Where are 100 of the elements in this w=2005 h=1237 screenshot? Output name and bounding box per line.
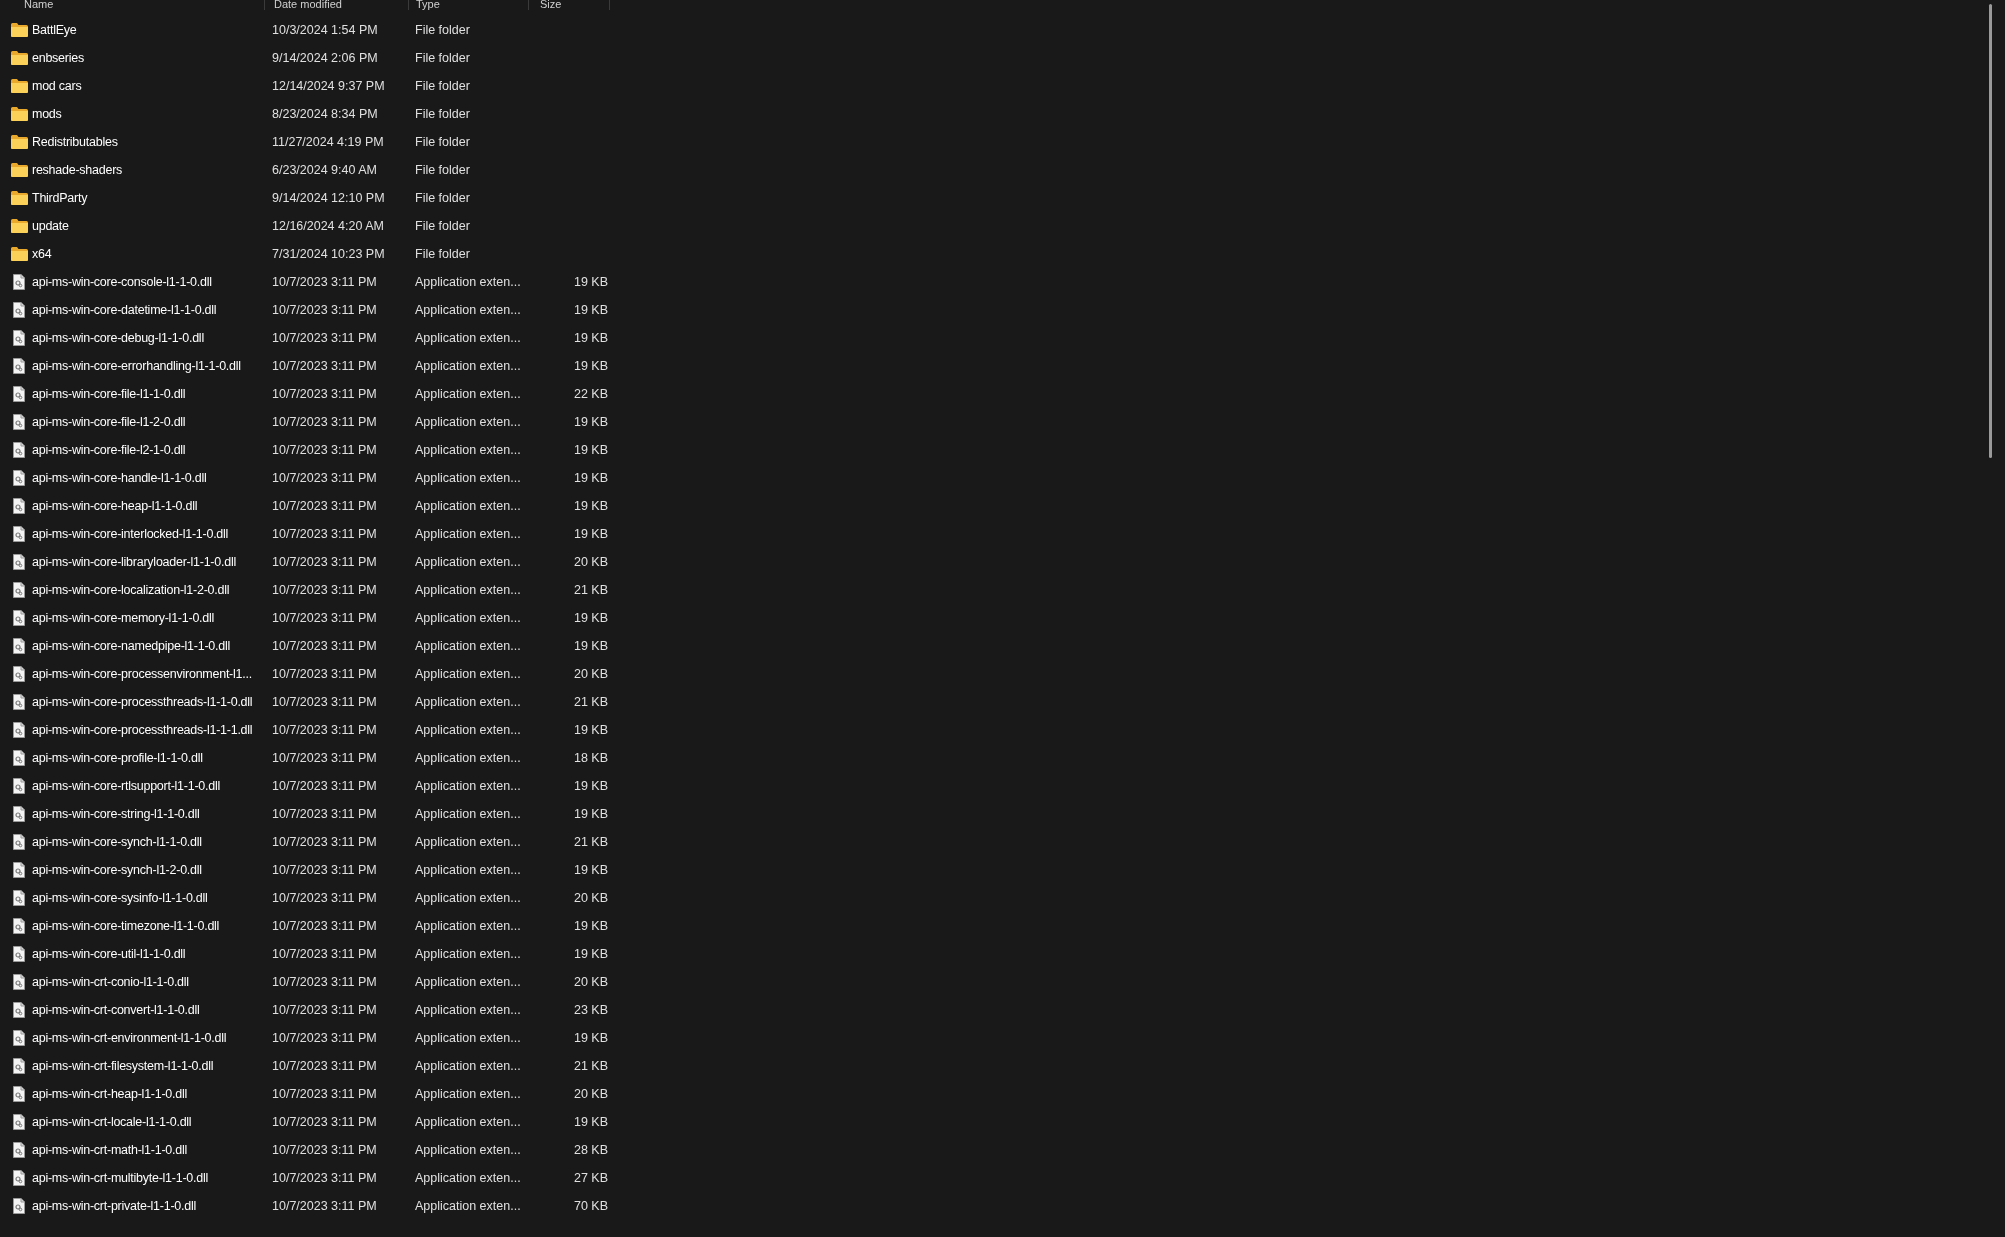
file-type: Application exten...	[415, 359, 521, 373]
document-icon	[13, 330, 25, 346]
file-name[interactable]: BattlEye	[32, 23, 77, 37]
file-name[interactable]: Redistributables	[32, 135, 118, 149]
file-type: Application exten...	[415, 667, 521, 681]
file-name[interactable]: api-ms-win-core-string-l1-1-0.dll	[32, 807, 200, 821]
file-type: Application exten...	[415, 443, 521, 457]
file-name[interactable]: api-ms-win-core-console-l1-1-0.dll	[32, 275, 212, 289]
document-icon	[13, 302, 25, 318]
column-header[interactable]: Name	[24, 0, 54, 10]
document-icon	[13, 554, 25, 570]
document-icon	[13, 582, 25, 598]
file-name[interactable]: enbseries	[32, 51, 84, 65]
file-name[interactable]: ThirdParty	[32, 191, 88, 205]
file-name[interactable]: api-ms-win-crt-filesystem-l1-1-0.dll	[32, 1059, 214, 1073]
date-modified: 10/7/2023 3:11 PM	[272, 387, 377, 401]
file-name[interactable]: update	[32, 219, 69, 233]
file-size: 19 KB	[573, 611, 608, 625]
file-name[interactable]: api-ms-win-core-rtlsupport-l1-1-0.dll	[32, 779, 221, 793]
file-name[interactable]: api-ms-win-crt-math-l1-1-0.dll	[32, 1143, 188, 1157]
file-name[interactable]: api-ms-win-core-datetime-l1-1-0.dll	[32, 303, 217, 317]
column-header[interactable]: Type	[416, 0, 440, 10]
file-type: Application exten...	[415, 275, 521, 289]
document-icon	[13, 1086, 25, 1102]
file-name[interactable]: api-ms-win-core-processthreads-l1-1-1.dll	[32, 723, 253, 737]
column-header[interactable]: Date modified	[274, 0, 342, 10]
file-type: Application exten...	[415, 415, 521, 429]
file-name[interactable]: api-ms-win-core-timezone-l1-1-0.dll	[32, 919, 220, 933]
folder-icon	[10, 51, 28, 65]
file-name[interactable]: api-ms-win-core-namedpipe-l1-1-0.dll	[32, 639, 231, 653]
file-size: 19 KB	[573, 527, 608, 541]
date-modified: 12/14/2024 9:37 PM	[272, 79, 385, 93]
document-icon	[13, 1142, 25, 1158]
date-modified: 10/7/2023 3:11 PM	[272, 667, 377, 681]
file-size: 19 KB	[573, 863, 608, 877]
file-name[interactable]: api-ms-win-core-libraryloader-l1-1-0.dll	[32, 555, 236, 569]
file-name[interactable]: x64	[32, 247, 52, 261]
file-name[interactable]: api-ms-win-core-profile-l1-1-0.dll	[32, 751, 203, 765]
column-header[interactable]: Size	[540, 0, 562, 10]
file-type: Application exten...	[415, 947, 521, 961]
file-name[interactable]: api-ms-win-crt-multibyte-l1-1-0.dll	[32, 1171, 208, 1185]
file-name[interactable]: api-ms-win-core-util-l1-1-0.dll	[32, 947, 186, 961]
document-icon	[13, 918, 25, 934]
file-name[interactable]: api-ms-win-crt-private-l1-1-0.dll	[32, 1199, 196, 1213]
file-type: File folder	[415, 107, 470, 121]
file-name[interactable]: api-ms-win-core-file-l1-1-0.dll	[32, 387, 186, 401]
file-name[interactable]: api-ms-win-core-sysinfo-l1-1-0.dll	[32, 891, 208, 905]
date-modified: 10/7/2023 3:11 PM	[272, 1199, 377, 1213]
document-icon	[13, 442, 25, 458]
file-name[interactable]: api-ms-win-core-errorhandling-l1-1-0.dll	[32, 359, 241, 373]
file-name[interactable]: mods	[32, 107, 62, 121]
file-name[interactable]: api-ms-win-core-heap-l1-1-0.dll	[32, 499, 198, 513]
file-type: Application exten...	[415, 303, 521, 317]
file-name[interactable]: api-ms-win-core-synch-l1-2-0.dll	[32, 863, 202, 877]
file-size: 19 KB	[573, 779, 608, 793]
folder-icon	[10, 163, 28, 177]
document-icon	[13, 694, 25, 710]
file-name[interactable]: api-ms-win-core-handle-l1-1-0.dll	[32, 471, 207, 485]
document-icon	[13, 722, 25, 738]
file-name[interactable]: reshade-shaders	[32, 163, 123, 177]
file-size: 20 KB	[573, 891, 608, 905]
date-modified: 10/7/2023 3:11 PM	[272, 1171, 377, 1185]
file-size: 28 KB	[573, 1143, 608, 1157]
date-modified: 11/27/2024 4:19 PM	[272, 135, 384, 149]
date-modified: 6/23/2024 9:40 AM	[272, 163, 377, 177]
file-size: 21 KB	[573, 583, 608, 597]
document-icon	[13, 666, 25, 682]
file-size: 21 KB	[573, 835, 608, 849]
file-name[interactable]: api-ms-win-crt-locale-l1-1-0.dll	[32, 1115, 192, 1129]
file-name[interactable]: api-ms-win-core-processthreads-l1-1-0.dll	[32, 695, 253, 709]
file-name[interactable]: api-ms-win-core-interlocked-l1-1-0.dll	[32, 527, 229, 541]
file-size: 21 KB	[573, 1059, 608, 1073]
date-modified: 10/7/2023 3:11 PM	[272, 331, 377, 345]
file-name[interactable]: api-ms-win-crt-heap-l1-1-0.dll	[32, 1087, 188, 1101]
file-name[interactable]: api-ms-win-crt-environment-l1-1-0.dll	[32, 1031, 227, 1045]
date-modified: 10/7/2023 3:11 PM	[272, 1115, 377, 1129]
document-icon	[13, 470, 25, 486]
file-name[interactable]: mod cars	[32, 79, 82, 93]
document-icon	[13, 610, 25, 626]
file-name[interactable]: api-ms-win-core-localization-l1-2-0.dll	[32, 583, 230, 597]
file-name[interactable]: api-ms-win-core-processenvironment-l1...	[32, 667, 252, 681]
file-type: Application exten...	[415, 1087, 521, 1101]
file-size: 19 KB	[573, 723, 608, 737]
file-type: File folder	[415, 79, 470, 93]
file-size: 20 KB	[573, 975, 608, 989]
file-name[interactable]: api-ms-win-core-synch-l1-1-0.dll	[32, 835, 202, 849]
date-modified: 10/7/2023 3:11 PM	[272, 583, 377, 597]
scrollbar-thumb[interactable]	[1989, 4, 1992, 458]
document-icon	[13, 862, 25, 878]
file-name[interactable]: api-ms-win-core-file-l1-2-0.dll	[32, 415, 186, 429]
file-name[interactable]: api-ms-win-core-file-l2-1-0.dll	[32, 443, 186, 457]
file-size: 27 KB	[573, 1171, 608, 1185]
file-name[interactable]: api-ms-win-crt-conio-l1-1-0.dll	[32, 975, 189, 989]
date-modified: 10/7/2023 3:11 PM	[272, 527, 377, 541]
file-size: 70 KB	[573, 1199, 608, 1213]
document-icon	[13, 1058, 25, 1074]
file-name[interactable]: api-ms-win-crt-convert-l1-1-0.dll	[32, 1003, 200, 1017]
file-size: 19 KB	[573, 415, 608, 429]
file-name[interactable]: api-ms-win-core-debug-l1-1-0.dll	[32, 331, 204, 345]
file-name[interactable]: api-ms-win-core-memory-l1-1-0.dll	[32, 611, 215, 625]
